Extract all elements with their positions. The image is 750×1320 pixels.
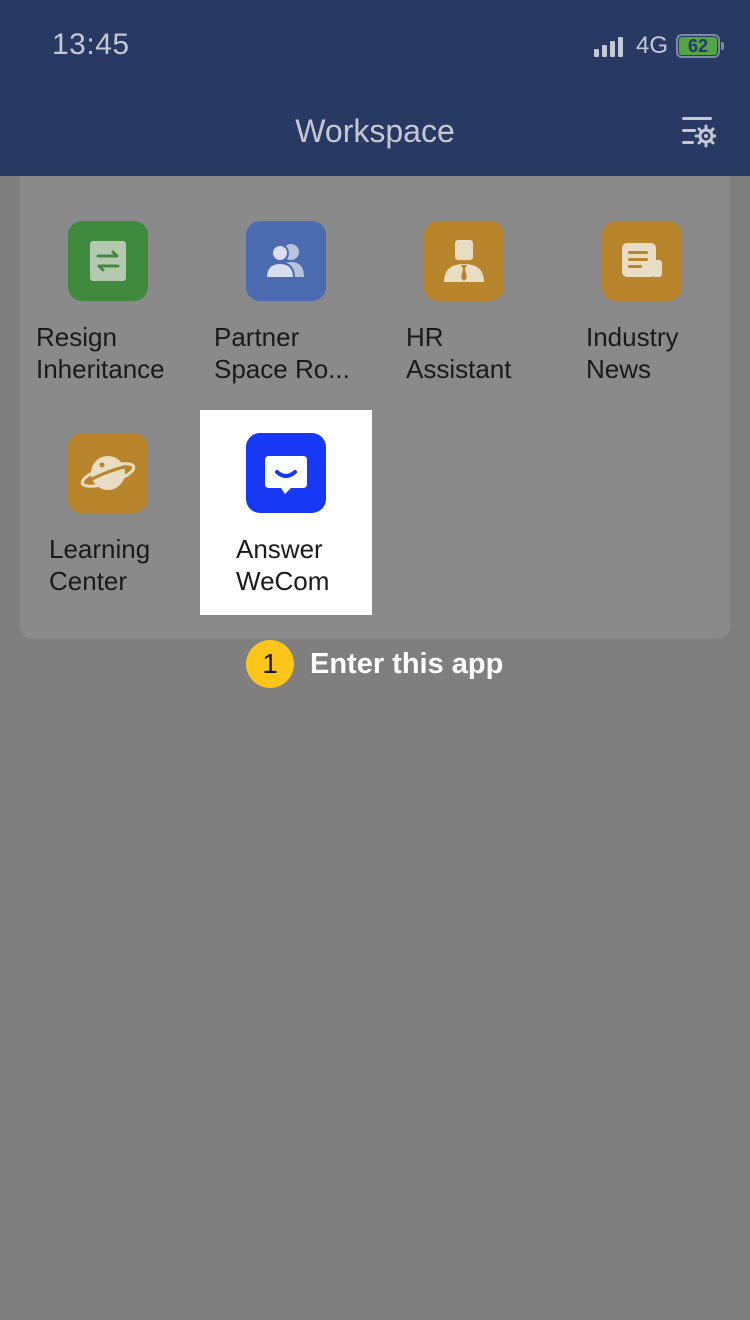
users-icon <box>246 221 326 301</box>
app-label-line2: News <box>586 354 652 384</box>
app-label-line2: Center <box>49 566 128 596</box>
signal-icon <box>593 35 626 57</box>
app-label-line1: Partner <box>214 322 300 352</box>
app-label-line1: Answer <box>236 534 323 564</box>
app-label-line2: WeCom <box>236 566 330 596</box>
app-label-line1: HR <box>406 322 444 352</box>
app-label-line1: Learning <box>49 534 151 564</box>
news-icon <box>602 221 682 301</box>
app-label-line2: Inheritance <box>36 354 165 384</box>
battery-icon: 62 <box>676 34 724 58</box>
app-label-line1: Industry <box>586 322 679 352</box>
planet-icon <box>68 433 148 513</box>
person-tie-icon <box>424 221 504 301</box>
page-title: Workspace <box>295 113 455 149</box>
header-bar: 13:45 4G 62 Workspace <box>0 0 750 176</box>
app-label-line2: Space Ro... <box>214 354 350 384</box>
status-time: 13:45 <box>52 28 130 61</box>
app-label-line2: Assistant <box>406 354 512 384</box>
app-label-line1: Resign <box>36 322 117 352</box>
step-number-badge: 1 <box>246 640 294 688</box>
instruction-text: Enter this app <box>310 647 504 680</box>
chat-bubble-icon <box>246 433 326 513</box>
network-type: 4G <box>635 32 668 59</box>
transfer-document-icon <box>68 221 148 301</box>
list-settings-icon[interactable] <box>680 114 716 148</box>
instruction-step: 1 Enter this app <box>246 640 503 688</box>
status-indicators: 4G 62 <box>593 32 724 60</box>
battery-level: 62 <box>687 37 709 55</box>
